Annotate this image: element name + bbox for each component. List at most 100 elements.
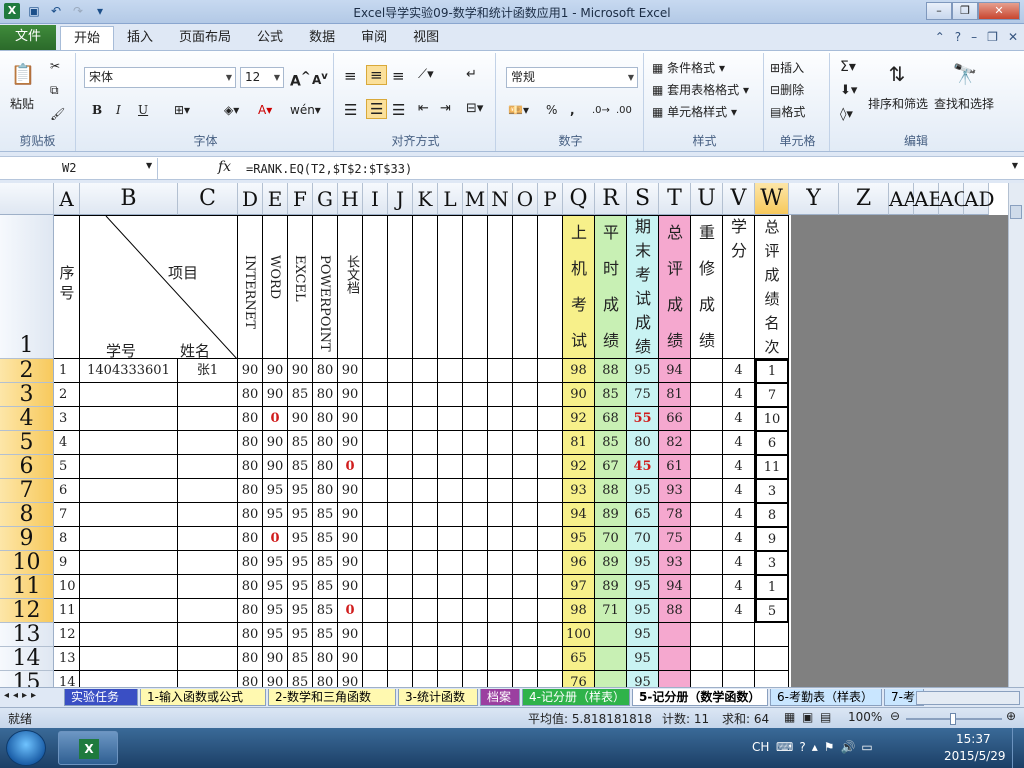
cell-i12[interactable] [363, 599, 388, 623]
cell-n2[interactable] [488, 359, 513, 383]
restore-icon[interactable]: ❐ [952, 2, 978, 20]
cell-h13[interactable]: 90 [338, 623, 363, 647]
currency-icon[interactable]: 💴▾ [508, 103, 529, 117]
select-all-corner[interactable] [0, 183, 54, 215]
cell-i2[interactable] [363, 359, 388, 383]
cell-l10[interactable] [438, 551, 463, 575]
cell-v10[interactable]: 4 [723, 551, 755, 575]
cell-c5[interactable] [178, 431, 238, 455]
expand-formula-bar-icon[interactable]: ▼ [1012, 161, 1018, 170]
cell-l13[interactable] [438, 623, 463, 647]
cell-t2[interactable]: 94 [659, 359, 691, 383]
cell-g9[interactable]: 85 [313, 527, 338, 551]
format-painter-icon[interactable]: 🖌 [50, 107, 65, 121]
cell-f5[interactable]: 85 [288, 431, 313, 455]
cell-o14[interactable] [513, 647, 538, 671]
cell-u12[interactable] [691, 599, 723, 623]
cell-m15[interactable] [463, 671, 488, 687]
cell-c7[interactable] [178, 479, 238, 503]
column-header-w[interactable]: W [755, 183, 789, 215]
column-header-g[interactable]: G [313, 183, 338, 215]
vertical-scrollbar[interactable] [1008, 183, 1024, 687]
cell-g13[interactable]: 85 [313, 623, 338, 647]
column-header-j[interactable]: J [388, 183, 413, 215]
cell-e15[interactable]: 90 [263, 671, 288, 687]
header-cell-l[interactable] [438, 215, 463, 359]
borders-icon[interactable]: ⊞▾ [174, 103, 190, 117]
cell-r11[interactable]: 89 [595, 575, 627, 599]
cell-u4[interactable] [691, 407, 723, 431]
cell-i3[interactable] [363, 383, 388, 407]
orientation-icon[interactable]: ⟋▾ [418, 67, 434, 82]
cell-e3[interactable]: 90 [263, 383, 288, 407]
row-header-6[interactable]: 6 [0, 455, 54, 479]
cell-l14[interactable] [438, 647, 463, 671]
cell-e2[interactable]: 90 [263, 359, 288, 383]
cell-a9[interactable]: 8 [54, 527, 80, 551]
cell-o15[interactable] [513, 671, 538, 687]
decrease-decimal-icon[interactable]: .00 [616, 105, 632, 116]
cell-d2[interactable]: 90 [238, 359, 263, 383]
cell-s5[interactable]: 80 [627, 431, 659, 455]
row-header-3[interactable]: 3 [0, 383, 54, 407]
cell-l7[interactable] [438, 479, 463, 503]
row-header-9[interactable]: 9 [0, 527, 54, 551]
insert-cells-button[interactable]: ⊞插入 [770, 59, 804, 76]
cell-t12[interactable]: 88 [659, 599, 691, 623]
cell-t8[interactable]: 78 [659, 503, 691, 527]
cell-b12[interactable] [80, 599, 178, 623]
column-header-v[interactable]: V [723, 183, 755, 215]
column-header-z[interactable]: Z [839, 183, 889, 215]
align-right-icon[interactable]: ☰ [392, 101, 405, 119]
cell-h5[interactable]: 90 [338, 431, 363, 455]
cell-s9[interactable]: 70 [627, 527, 659, 551]
cell-a5[interactable]: 4 [54, 431, 80, 455]
cell-n11[interactable] [488, 575, 513, 599]
cell-o8[interactable] [513, 503, 538, 527]
sheet-tab-4[interactable]: 3-统计函数 [398, 689, 478, 706]
cell-t11[interactable]: 94 [659, 575, 691, 599]
cell-o3[interactable] [513, 383, 538, 407]
cell-b15[interactable] [80, 671, 178, 687]
cell-d11[interactable]: 80 [238, 575, 263, 599]
cell-l11[interactable] [438, 575, 463, 599]
align-top-icon[interactable]: ≡ [344, 67, 357, 85]
column-header-ac[interactable]: AC [939, 183, 969, 215]
paste-button[interactable]: 粘贴 [10, 95, 34, 112]
cell-a14[interactable]: 13 [54, 647, 80, 671]
column-header-aa[interactable]: AA [889, 183, 918, 215]
cell-a3[interactable]: 2 [54, 383, 80, 407]
cell-u11[interactable] [691, 575, 723, 599]
cell-p11[interactable] [538, 575, 563, 599]
cell-q9[interactable]: 95 [563, 527, 595, 551]
cell-t14[interactable] [659, 647, 691, 671]
find-select-button[interactable]: 查找和选择 [934, 95, 994, 112]
cell-u2[interactable] [691, 359, 723, 383]
cell-i9[interactable] [363, 527, 388, 551]
row-header-10[interactable]: 10 [0, 551, 54, 575]
paste-icon[interactable]: 📋 [8, 59, 38, 89]
cell-m12[interactable] [463, 599, 488, 623]
cell-j4[interactable] [388, 407, 413, 431]
name-box[interactable]: W2 [0, 158, 158, 179]
doc-minimize-icon[interactable]: – [971, 30, 977, 44]
cell-s15[interactable]: 95 [627, 671, 659, 687]
cell-t15[interactable] [659, 671, 691, 687]
cell-n14[interactable] [488, 647, 513, 671]
row-header-7[interactable]: 7 [0, 479, 54, 503]
cell-r14[interactable] [595, 647, 627, 671]
cell-j7[interactable] [388, 479, 413, 503]
spreadsheet-grid[interactable]: A B C D E F G H I J K L M N O P Q R S T U V W Y Z AA AE AC AD 1 2 3 4 5 6 7… [0, 183, 1024, 687]
cell-d8[interactable]: 80 [238, 503, 263, 527]
cell-g7[interactable]: 80 [313, 479, 338, 503]
sheet-tab-6[interactable]: 4-记分册（样表） [522, 689, 630, 706]
cell-a4[interactable]: 3 [54, 407, 80, 431]
row-header-14[interactable]: 14 [0, 647, 54, 671]
cell-m3[interactable] [463, 383, 488, 407]
font-size-combo[interactable]: 12 ▼ [240, 67, 284, 88]
page-break-view-icon[interactable]: ▤ [820, 710, 831, 724]
cell-d3[interactable]: 80 [238, 383, 263, 407]
cell-l12[interactable] [438, 599, 463, 623]
cell-u13[interactable] [691, 623, 723, 647]
cell-t4[interactable]: 66 [659, 407, 691, 431]
